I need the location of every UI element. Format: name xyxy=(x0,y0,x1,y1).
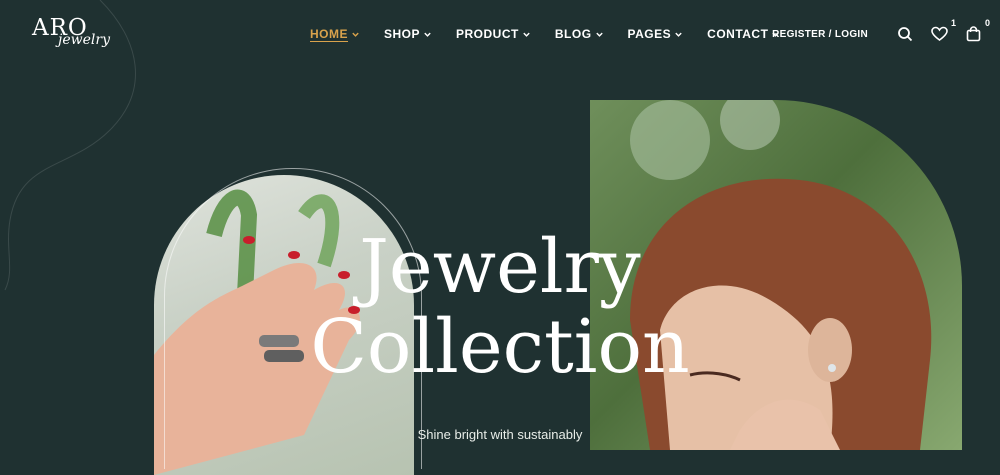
register-login-link[interactable]: REGISTER / LOGIN xyxy=(772,29,868,40)
hero-title-line1: Jewelry xyxy=(359,224,641,310)
nav-item-product[interactable]: PRODUCT xyxy=(456,27,531,41)
nav-item-label: PAGES xyxy=(627,27,672,41)
wishlist-button[interactable]: 1 xyxy=(928,18,956,45)
hero-title: Jewelry Collection xyxy=(300,224,700,390)
nav-item-home[interactable]: HOME xyxy=(310,27,360,41)
main-nav: HOME SHOP PRODUCT BLOG PAGES CONTACT xyxy=(310,27,804,41)
heart-icon xyxy=(930,26,948,41)
hero-title-line2: Collection xyxy=(310,303,690,390)
wishlist-count-badge: 1 xyxy=(950,18,956,28)
nav-item-pages[interactable]: PAGES xyxy=(628,27,684,41)
nav-item-label: BLOG xyxy=(554,27,592,41)
cart-count-badge: 0 xyxy=(984,18,990,28)
search-icon xyxy=(898,27,913,42)
nav-item-blog[interactable]: BLOG xyxy=(555,27,604,41)
nav-item-contact[interactable]: CONTACT xyxy=(707,27,780,41)
nav-item-label: HOME xyxy=(310,27,348,41)
nav-item-label: SHOP xyxy=(384,27,421,41)
chevron-down-icon xyxy=(424,32,431,37)
header-tools: REGISTER / LOGIN 1 0 xyxy=(772,18,990,45)
search-button[interactable] xyxy=(894,23,916,45)
chevron-down-icon xyxy=(352,32,359,37)
logo[interactable]: ARO jewelry xyxy=(32,17,110,48)
cart-button[interactable]: 0 xyxy=(962,18,990,45)
nav-item-shop[interactable]: SHOP xyxy=(384,27,432,41)
logo-script-text: jewelry xyxy=(58,32,110,48)
nav-item-label: PRODUCT xyxy=(456,27,519,41)
shopping-bag-icon xyxy=(966,26,980,42)
hero-subtitle: Shine bright with sustainably xyxy=(417,427,583,442)
chevron-down-icon xyxy=(523,32,530,37)
chevron-down-icon xyxy=(675,32,682,37)
nav-item-label: CONTACT xyxy=(707,27,769,41)
chevron-down-icon xyxy=(595,32,603,37)
